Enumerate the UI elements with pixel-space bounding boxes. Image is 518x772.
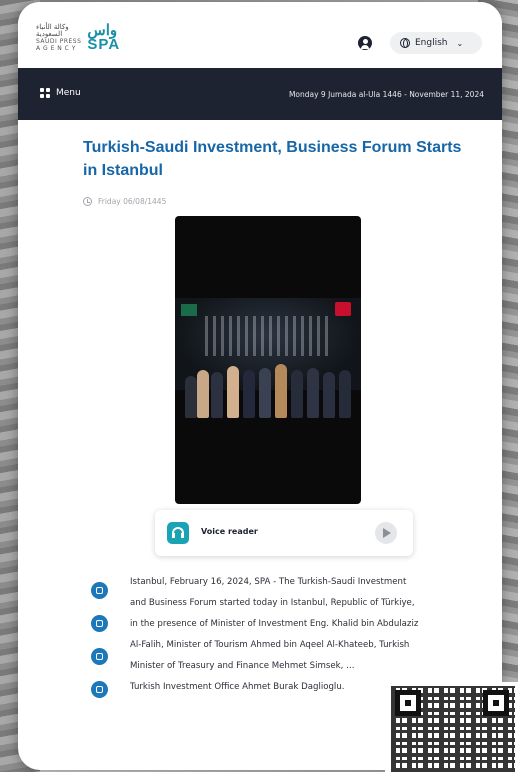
body-line: Minister of Treasury and Finance Mehmet … (130, 661, 355, 671)
voice-reader-panel: Voice reader (155, 510, 413, 556)
voice-reader-label: Voice reader (201, 527, 258, 536)
photo-person (211, 372, 223, 418)
clock-icon (83, 197, 92, 206)
photo-person (291, 370, 303, 418)
qr-finder-pattern (483, 690, 509, 716)
photo-stage-lights (205, 316, 331, 356)
side-action-icons (91, 582, 108, 698)
logo-line: SAUDI PRESS (36, 38, 82, 45)
photo-person (339, 370, 351, 418)
article-photo[interactable] (175, 216, 361, 504)
article-body: Istanbul, February 16, 2024, SPA - The T… (130, 572, 470, 698)
spa-logo[interactable]: وكالة الأنباء السعودية SAUDI PRESS A G E… (36, 23, 121, 53)
navigation-bar: Menu Monday 9 Jumada al-Ula 1446 - Novem… (18, 68, 502, 120)
publish-date: Friday 06/08/1445 (83, 197, 166, 206)
logo-text-block: وكالة الأنباء السعودية SAUDI PRESS A G E… (36, 24, 82, 53)
chevron-down-icon: ⌄ (456, 38, 464, 48)
print-icon[interactable] (91, 648, 108, 665)
thumbs-up-icon[interactable] (91, 582, 108, 599)
qr-finder-pattern (395, 690, 421, 716)
photo-person (259, 368, 271, 418)
qr-code (385, 682, 518, 772)
logo-wordmark: واس SPA (87, 23, 121, 53)
body-line: in the presence of Minister of Investmen… (130, 619, 419, 629)
top-header: وكالة الأنباء السعودية SAUDI PRESS A G E… (18, 2, 502, 66)
play-icon[interactable] (375, 522, 397, 544)
publish-date-text: Friday 06/08/1445 (98, 197, 167, 206)
menu-button[interactable]: Menu (40, 88, 81, 98)
share-icon[interactable] (91, 681, 108, 698)
language-selector[interactable]: English ⌄ (390, 32, 482, 54)
phone-screen: وكالة الأنباء السعودية SAUDI PRESS A G E… (18, 2, 502, 770)
photo-person (275, 364, 287, 418)
body-line: Al-Falih, Minister of Tourism Ahmed bin … (130, 640, 410, 650)
grid-menu-icon (40, 88, 50, 98)
user-icon[interactable] (358, 36, 372, 50)
photo-person (185, 376, 197, 418)
photo-person (323, 372, 335, 418)
photo-person (307, 368, 319, 418)
photo-person (227, 366, 239, 418)
bookmark-icon[interactable] (91, 615, 108, 632)
menu-label: Menu (56, 88, 81, 98)
logo-line: A G E N C Y (36, 45, 76, 52)
language-label: English (415, 38, 448, 48)
globe-icon (400, 38, 410, 48)
body-line: Istanbul, February 16, 2024, SPA - The T… (130, 577, 407, 587)
headphones-icon (167, 522, 189, 544)
logo-line: السعودية (36, 30, 63, 38)
photo-person (243, 370, 255, 418)
body-line: and Business Forum started today in Ista… (130, 598, 415, 608)
current-date: Monday 9 Jumada al-Ula 1446 - November 1… (288, 90, 484, 99)
photo-flag-turkey (335, 302, 351, 316)
logo-wordmark-bottom: SPA (87, 36, 121, 53)
photo-person (197, 370, 209, 418)
article-title: Turkish-Saudi Investment, Business Forum… (83, 139, 462, 179)
photo-flag-saudi (181, 304, 197, 316)
